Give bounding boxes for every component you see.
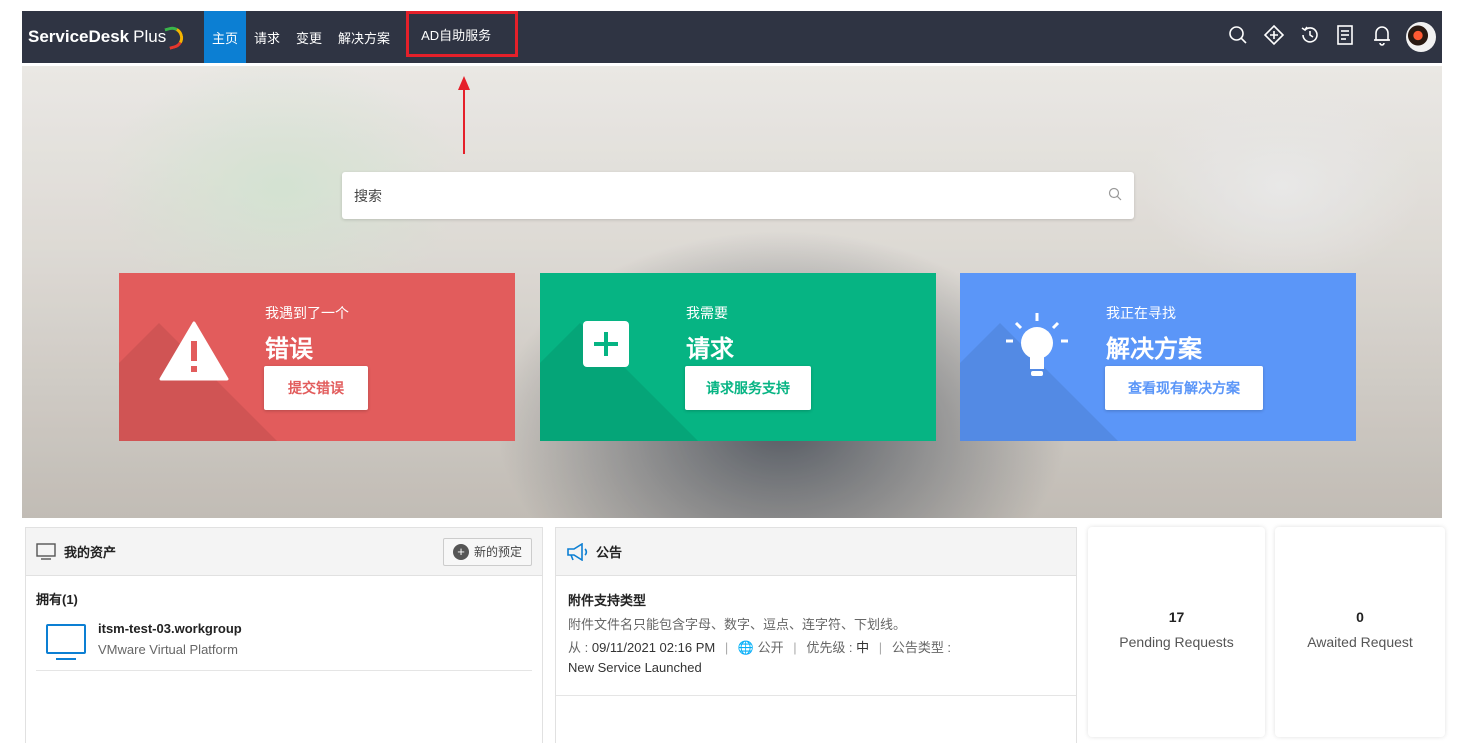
announcement-date: 09/11/2021 02:16 PM xyxy=(591,640,716,655)
top-navigation-bar: ServiceDesk Plus 主页 请求 变更 解决方案 AD自助服务 xyxy=(22,11,1442,63)
request-card-subtitle: 我需要 xyxy=(686,305,728,321)
brand-plus: Plus xyxy=(133,27,167,46)
announcement-title[interactable]: 附件支持类型 xyxy=(556,576,1076,609)
monitor-icon xyxy=(36,542,56,560)
divider xyxy=(556,695,1076,696)
issue-card-title: 错误 xyxy=(265,336,313,363)
top-icons xyxy=(1226,22,1442,52)
solution-card-title: 解决方案 xyxy=(1106,336,1202,363)
issue-card-subtitle: 我遇到了一个 xyxy=(265,305,349,321)
new-reservation-label: 新的预定 xyxy=(473,545,522,559)
search-box[interactable] xyxy=(342,172,1134,219)
announcement-type: New Service Launched xyxy=(568,660,702,675)
raise-request-card[interactable]: 我需要 请求 请求服务支持 xyxy=(540,273,936,441)
priority-value: 中 xyxy=(856,640,870,655)
search-icon[interactable] xyxy=(1226,25,1250,50)
nav-ad-self-service[interactable]: AD自助服务 xyxy=(406,11,519,57)
assets-panel-header: 我的资产 + 新的预定 xyxy=(26,528,542,576)
announcements-panel-title: 公告 xyxy=(596,545,623,560)
hero-banner: 我遇到了一个 错误 提交错误 我需要 请求 请求服务支持 我正在寻找 解决方案 … xyxy=(22,66,1442,518)
my-assets-panel: 我的资产 + 新的预定 拥有(1) itsm-test-03.workgroup… xyxy=(25,527,543,743)
workstation-icon xyxy=(46,624,86,660)
separator: | xyxy=(724,640,729,655)
awaited-request-widget[interactable]: 0 Awaited Request xyxy=(1275,527,1445,737)
request-card-title: 请求 xyxy=(686,336,734,363)
warning-icon xyxy=(159,321,229,381)
plus-icon xyxy=(583,321,629,367)
notes-icon[interactable] xyxy=(1334,24,1358,51)
announcements-panel: 公告 附件支持类型 附件文件名只能包含字母、数字、逗点、连字符、下划线。 从 :… xyxy=(555,527,1077,743)
announcement-description: 附件文件名只能包含字母、数字、逗点、连字符、下划线。 xyxy=(568,617,907,632)
asset-name[interactable]: itsm-test-03.workgroup xyxy=(98,621,242,636)
pending-requests-widget[interactable]: 17 Pending Requests xyxy=(1088,527,1265,737)
nav-solutions[interactable]: 解决方案 xyxy=(330,11,398,63)
separator: | xyxy=(793,640,797,655)
announcement-meta: 从 : 09/11/2021 02:16 PM | 🌐 公开 | 优先级 : 中… xyxy=(556,633,1076,656)
priority-label: 优先级 : xyxy=(806,640,857,655)
pending-requests-label: Pending Requests xyxy=(1119,634,1234,650)
separator: | xyxy=(878,640,883,655)
main-nav: 主页 请求 变更 解决方案 AD自助服务 xyxy=(204,11,519,63)
view-solutions-button[interactable]: 查看现有解决方案 xyxy=(1105,366,1263,410)
nav-changes[interactable]: 变更 xyxy=(288,11,330,63)
megaphone-icon xyxy=(567,542,588,561)
solution-card-subtitle: 我正在寻找 xyxy=(1106,305,1176,321)
pending-requests-count: 17 xyxy=(1168,609,1185,625)
visibility-label: 公开 xyxy=(757,640,784,655)
from-label: 从 : xyxy=(568,640,592,655)
request-support-button[interactable]: 请求服务支持 xyxy=(685,366,811,410)
asset-row[interactable]: itsm-test-03.workgroup VMware Virtual Pl… xyxy=(36,621,532,671)
quick-create-icon[interactable] xyxy=(1262,24,1286,51)
new-reservation-button[interactable]: + 新的预定 xyxy=(442,537,532,566)
announcements-panel-header: 公告 xyxy=(556,528,1076,576)
asset-platform: VMware Virtual Platform xyxy=(98,642,238,657)
asset-text: itsm-test-03.workgroup VMware Virtual Pl… xyxy=(98,621,242,657)
search-input[interactable] xyxy=(354,187,1108,204)
owned-count-label: 拥有(1) xyxy=(36,592,78,607)
search-icon[interactable] xyxy=(1108,187,1122,205)
brand-arc-icon xyxy=(164,24,186,50)
plus-circle-icon: + xyxy=(452,543,469,560)
arrow-shaft xyxy=(463,88,465,154)
annotation-arrow xyxy=(458,76,470,154)
history-icon[interactable] xyxy=(1298,24,1322,51)
type-label: 公告类型 : xyxy=(891,640,952,655)
report-issue-button[interactable]: 提交错误 xyxy=(264,366,368,410)
nav-home[interactable]: 主页 xyxy=(204,11,247,63)
avatar[interactable] xyxy=(1406,22,1436,52)
nav-requests[interactable]: 请求 xyxy=(246,11,288,63)
lightbulb-icon xyxy=(1006,313,1068,376)
assets-panel-title: 我的资产 xyxy=(64,545,117,560)
find-solution-card[interactable]: 我正在寻找 解决方案 查看现有解决方案 xyxy=(960,273,1356,441)
globe-icon: 🌐 xyxy=(737,641,755,656)
brand-logo[interactable]: ServiceDesk Plus xyxy=(22,24,204,50)
brand-name: ServiceDesk xyxy=(28,27,130,46)
awaited-request-count: 0 xyxy=(1356,609,1364,625)
report-issue-card[interactable]: 我遇到了一个 错误 提交错误 xyxy=(119,273,515,441)
awaited-request-label: Awaited Request xyxy=(1307,634,1413,650)
bell-icon[interactable] xyxy=(1370,24,1394,51)
